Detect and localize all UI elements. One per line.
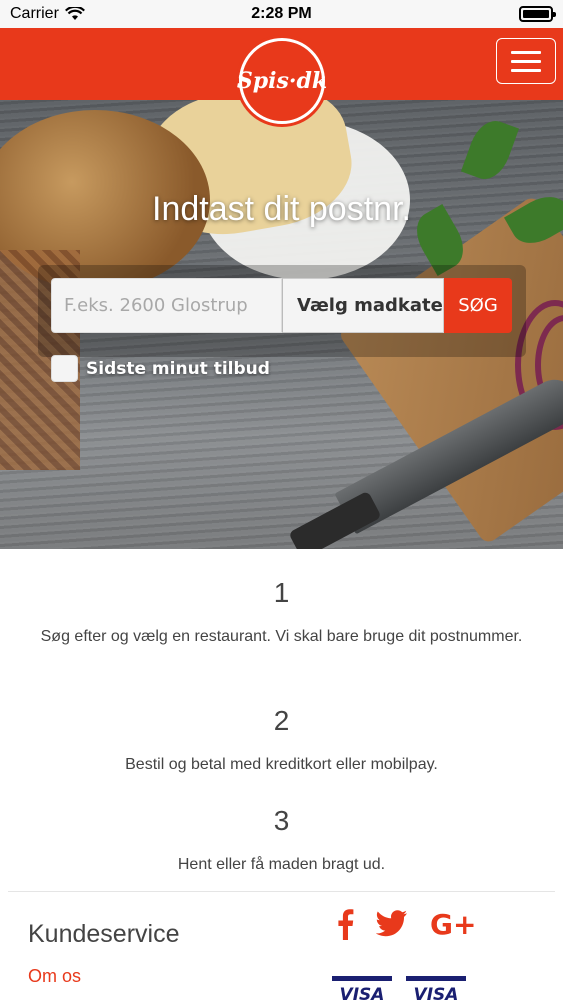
battery-icon	[519, 6, 556, 22]
social-links: G+	[336, 908, 476, 940]
visa-card-logo: VISA	[332, 976, 392, 1000]
category-select[interactable]: Vælg madkategori	[282, 278, 444, 333]
step-text: Søg efter og vælg en restaurant. Vi skal…	[40, 628, 523, 645]
last-minute-offer[interactable]: Sidste minut tilbud	[51, 355, 270, 382]
herb-decor	[460, 114, 520, 186]
wifi-icon	[64, 7, 85, 20]
status-left: Carrier	[10, 5, 85, 23]
step-number: 2	[273, 705, 290, 736]
logo-text: Spis·dk	[236, 68, 328, 94]
last-minute-label: Sidste minut tilbud	[86, 358, 270, 379]
google-plus-icon[interactable]: G+	[430, 909, 476, 939]
carrier-label: Carrier	[10, 5, 59, 22]
last-minute-checkbox[interactable]	[51, 355, 78, 382]
svg-text:G+: G+	[430, 909, 476, 939]
twitter-icon[interactable]	[376, 910, 408, 938]
hero-title: Indtast dit postnr.	[152, 190, 411, 228]
payment-cards: VISA VISA	[332, 976, 466, 1000]
step-text: Hent eller få maden bragt ud.	[177, 856, 386, 873]
hamburger-menu-button[interactable]	[496, 38, 556, 84]
knife-handle-decor	[288, 490, 382, 549]
footer-title: Kundeservice	[28, 920, 180, 948]
step-number: 3	[273, 805, 290, 836]
step-number: 1	[273, 577, 290, 608]
visa-card-logo: VISA	[406, 976, 466, 1000]
footer-divider	[8, 891, 555, 892]
menu-bar	[511, 59, 541, 63]
site-logo[interactable]: Spis·dk	[236, 38, 328, 124]
postcode-search-input[interactable]	[51, 278, 282, 333]
about-link[interactable]: Om os	[28, 966, 81, 987]
status-bar: Carrier 2:28 PM	[0, 0, 563, 28]
step-text: Bestil og betal med kreditkort eller mob…	[125, 756, 438, 773]
menu-bar	[511, 50, 541, 54]
facebook-icon[interactable]	[336, 908, 354, 940]
search-button[interactable]: SØG	[444, 278, 512, 333]
menu-bar	[511, 68, 541, 72]
